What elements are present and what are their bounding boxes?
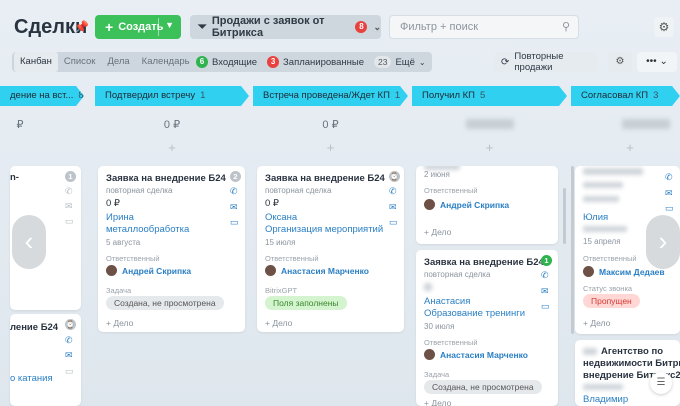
add-activity-button[interactable]: + Дело bbox=[265, 318, 292, 328]
scroll-right-arrow[interactable]: › bbox=[646, 215, 680, 269]
mail-icon[interactable]: ✉ bbox=[665, 188, 673, 199]
column-sum-blurred bbox=[622, 119, 670, 129]
tab-calendar[interactable]: Календарь bbox=[136, 52, 196, 72]
mail-icon[interactable]: ✉ bbox=[65, 201, 73, 212]
column-header-1[interactable]: Подтвердил встречу 1 bbox=[95, 86, 249, 106]
more-button[interactable]: ••• ⌄ bbox=[637, 52, 677, 72]
phone-icon[interactable]: ✆ bbox=[665, 172, 673, 183]
counter-incoming[interactable]: 6 Входящие bbox=[196, 56, 257, 68]
tab-list[interactable]: Список bbox=[58, 52, 102, 72]
avatar bbox=[106, 265, 117, 276]
column-sum-blurred bbox=[466, 119, 514, 129]
task-status-badge: Создана, не просмотрена bbox=[424, 380, 542, 394]
activity-badge: 1 bbox=[541, 255, 552, 266]
responsible-user[interactable]: Анастасия Марченко bbox=[265, 265, 369, 276]
chevron-down-icon[interactable]: ▼ bbox=[165, 20, 174, 30]
counter-planned[interactable]: 3 Запланированные bbox=[267, 56, 364, 68]
deal-card[interactable]: ление Б24 ⌚ ✆ ✉ о катания ▭ bbox=[10, 314, 81, 406]
chevron-down-icon: ⌄ bbox=[418, 57, 426, 67]
responsible-user[interactable]: Андрей Скрипка bbox=[106, 265, 191, 276]
activity-badge: ⌚ bbox=[65, 319, 76, 330]
avatar bbox=[424, 349, 435, 360]
activity-badge: 1 bbox=[65, 171, 76, 182]
funnel-icon: ⏷ bbox=[198, 20, 207, 33]
funnel-badge: 8 bbox=[355, 21, 368, 33]
add-activity-button[interactable]: + Дело bbox=[106, 318, 133, 328]
filter-search-input[interactable]: Фильтр + поиск ⚲ bbox=[389, 15, 579, 39]
pin-icon[interactable]: 📌 bbox=[74, 20, 89, 34]
chevron-down-icon: ⌄ bbox=[373, 21, 381, 32]
robot-icon[interactable]: ⚙ bbox=[608, 52, 632, 72]
phone-icon[interactable]: ✆ bbox=[230, 186, 238, 197]
repeat-sales-button[interactable]: ⟳ Повторные продажи bbox=[494, 51, 598, 73]
deal-card[interactable]: Заявка на внедрение Б24 1 повторная сдел… bbox=[416, 250, 558, 406]
filter-placeholder: Фильтр + поиск bbox=[400, 21, 479, 33]
chat-icon[interactable]: ▭ bbox=[65, 366, 74, 377]
mail-icon[interactable]: ✉ bbox=[541, 286, 549, 297]
phone-icon[interactable]: ✆ bbox=[541, 270, 549, 281]
deal-card[interactable]: Заявка на внедрение Б24 2 повторная сдел… bbox=[98, 166, 245, 332]
chat-icon[interactable]: ▭ bbox=[230, 217, 239, 228]
scroll-left-arrow[interactable]: ‹ bbox=[12, 215, 46, 269]
search-icon[interactable]: ⚲ bbox=[562, 16, 570, 38]
counter-more[interactable]: 23 Ещё ⌄ bbox=[374, 56, 426, 68]
chat-icon[interactable]: ▭ bbox=[389, 217, 398, 228]
funnel-label: Продажи с заявок от Битрикса bbox=[211, 15, 325, 39]
view-switcher: Канбан Список Дела Календарь bbox=[12, 52, 198, 72]
call-status-badge: Пропущен bbox=[583, 294, 640, 308]
phone-icon[interactable]: ✆ bbox=[65, 186, 73, 197]
avatar bbox=[424, 199, 435, 210]
add-activity-button[interactable]: + Дело bbox=[424, 398, 451, 406]
deal-card[interactable]: 2 июня Ответственный Андрей Скрипка + Де… bbox=[416, 166, 558, 244]
column-add-button[interactable]: + bbox=[600, 140, 660, 155]
activity-badge: 2 bbox=[230, 171, 241, 182]
column-sum-0: ₽ bbox=[16, 119, 24, 131]
column-add-button[interactable]: + bbox=[412, 140, 567, 155]
column-add-button[interactable]: + bbox=[253, 140, 408, 155]
counters-bar: 6 Входящие 3 Запланированные 23 Ещё ⌄ bbox=[190, 52, 432, 72]
column-header-0[interactable]: дение на вст... 8 bbox=[0, 86, 84, 106]
mail-icon[interactable]: ✉ bbox=[230, 202, 238, 213]
chat-list-icon[interactable]: ☰ bbox=[650, 372, 672, 394]
avatar bbox=[583, 266, 594, 277]
page-header: Сделки 📌 + Создать ▼ ⏷ Продажи с заявок … bbox=[0, 0, 680, 52]
scrollbar[interactable] bbox=[571, 166, 574, 334]
phone-icon[interactable]: ✆ bbox=[389, 186, 397, 197]
mail-icon[interactable]: ✉ bbox=[65, 350, 73, 361]
plus-icon: + bbox=[105, 19, 114, 35]
tab-activities[interactable]: Дела bbox=[101, 52, 135, 72]
create-button[interactable]: + Создать ▼ bbox=[95, 15, 181, 39]
column-add-button[interactable]: + bbox=[95, 140, 249, 155]
mail-icon[interactable]: ✉ bbox=[389, 202, 397, 213]
column-sum-1: 0 ₽ bbox=[163, 119, 181, 131]
gpt-status-badge: Поля заполнены bbox=[265, 296, 347, 310]
column-header-3[interactable]: Получил КП 5 bbox=[412, 86, 567, 106]
scrollbar[interactable] bbox=[563, 188, 566, 244]
responsible-user[interactable]: Анастасия Марченко bbox=[424, 349, 528, 360]
responsible-user[interactable]: Андрей Скрипка bbox=[424, 199, 509, 210]
funnel-selector[interactable]: ⏷ Продажи с заявок от Битрикса 8 ⌄ bbox=[190, 15, 381, 39]
gear-icon[interactable]: ⚙ bbox=[654, 17, 674, 37]
column-header-4[interactable]: Согласовал КП 3 bbox=[571, 86, 680, 106]
chat-icon[interactable]: ▭ bbox=[541, 301, 550, 312]
chat-icon[interactable]: ▭ bbox=[65, 216, 74, 227]
phone-icon[interactable]: ✆ bbox=[65, 335, 73, 346]
add-activity-button[interactable]: + Дело bbox=[424, 227, 451, 237]
repeat-icon: ⟳ bbox=[501, 56, 510, 68]
task-status-badge: Создана, не просмотрена bbox=[106, 296, 224, 310]
deal-card[interactable]: Заявка на внедрение Б24 ⌚ повторная сдел… bbox=[257, 166, 404, 332]
column-sum-2: 0 ₽ bbox=[322, 119, 339, 131]
activity-badge: ⌚ bbox=[389, 171, 400, 182]
responsible-user[interactable]: Максим Дедаев bbox=[583, 266, 665, 277]
add-activity-button[interactable]: + Дело bbox=[583, 318, 610, 328]
column-header-2[interactable]: Встреча проведена/Ждет КП 1 bbox=[253, 86, 408, 106]
create-label: Создать bbox=[118, 21, 164, 33]
chat-icon[interactable]: ▭ bbox=[665, 203, 674, 214]
tab-kanban[interactable]: Канбан bbox=[14, 52, 58, 72]
avatar bbox=[265, 265, 276, 276]
